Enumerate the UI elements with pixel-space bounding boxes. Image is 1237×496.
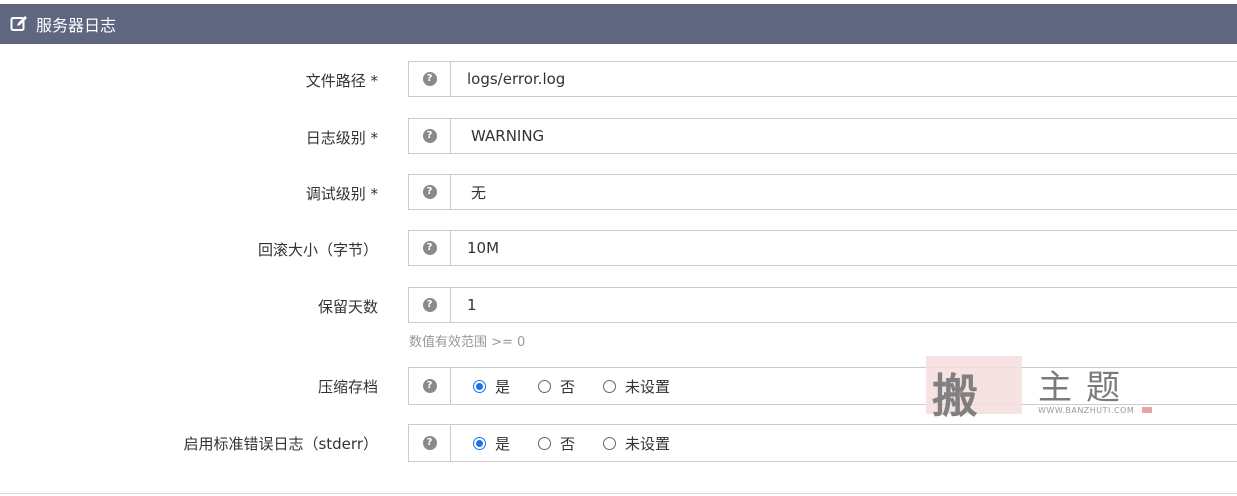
radio-unchecked-icon — [603, 379, 617, 393]
log-level-select[interactable]: WARNING — [451, 119, 544, 153]
debug-level-select[interactable]: 无 — [451, 175, 486, 209]
file-path-label: 文件路径 * — [305, 72, 378, 90]
rollover-size-input[interactable]: 10M — [451, 231, 499, 265]
retention-days-group: ? 1 — [408, 287, 1237, 323]
question-circle-icon: ? — [422, 298, 437, 312]
question-circle-icon: ? — [422, 241, 437, 255]
panel-title: 服务器日志 — [36, 16, 117, 35]
radio-label: 未设置 — [625, 434, 671, 453]
radio-label: 否 — [560, 377, 576, 396]
compress-archive-radios: 是 否 未设置 — [451, 368, 698, 404]
radio-label: 是 — [495, 434, 511, 453]
rollover-size-label: 回滚大小（字节） — [257, 241, 378, 259]
radio-unchecked-icon — [603, 436, 617, 450]
watermark-seal: 搬 — [926, 356, 1022, 423]
compress-archive-label: 压缩存档 — [317, 378, 378, 396]
debug-level-label: 调试级别 * — [305, 185, 378, 203]
question-circle-icon: ? — [422, 72, 437, 86]
retention-days-help: 数值有效范围 >= 0 — [409, 335, 526, 350]
bottom-divider — [0, 493, 1237, 494]
stderr-radios: 是 否 未设置 — [451, 425, 698, 461]
help-addon[interactable]: ? — [409, 231, 451, 265]
question-circle-icon: ? — [422, 129, 437, 143]
radio-label: 否 — [560, 434, 576, 453]
stderr-label: 启用标准错误日志（stderr） — [183, 435, 378, 453]
log-level-group: ? WARNING — [408, 118, 1237, 154]
stderr-radio-no[interactable]: 否 — [538, 433, 575, 454]
log-level-label: 日志级别 * — [305, 129, 378, 147]
help-addon[interactable]: ? — [409, 368, 451, 404]
panel-header: 服务器日志 — [0, 4, 1237, 44]
question-circle-icon: ? — [422, 379, 437, 393]
edit-icon — [10, 14, 30, 34]
radio-checked-icon — [473, 436, 486, 450]
compress-radio-no[interactable]: 否 — [538, 376, 575, 397]
watermark: 搬 主题 WWW.BANZHUTI.COM — [926, 356, 1156, 423]
file-path-group: ? logs/error.log — [408, 61, 1237, 97]
help-addon[interactable]: ? — [409, 62, 451, 96]
radio-unchecked-icon — [538, 379, 552, 393]
stderr-group: ? 是 否 未设置 — [408, 424, 1237, 462]
help-addon[interactable]: ? — [409, 425, 451, 461]
help-addon[interactable]: ? — [409, 288, 451, 322]
retention-days-label: 保留天数 — [317, 298, 378, 316]
file-path-input[interactable]: logs/error.log — [451, 62, 565, 96]
question-circle-icon: ? — [422, 185, 437, 199]
watermark-text: 主题 — [1038, 368, 1134, 408]
help-addon[interactable]: ? — [409, 175, 451, 209]
stderr-radio-yes[interactable]: 是 — [473, 433, 510, 454]
radio-label: 未设置 — [625, 377, 671, 396]
watermark-bar — [1142, 407, 1152, 413]
watermark-url: WWW.BANZHUTI.COM — [1038, 406, 1135, 415]
debug-level-group: ? 无 — [408, 174, 1237, 210]
watermark-seal-text: 搬 — [932, 369, 978, 423]
compress-radio-yes[interactable]: 是 — [473, 376, 510, 397]
rollover-size-group: ? 10M — [408, 230, 1237, 266]
stderr-radio-unset[interactable]: 未设置 — [603, 433, 670, 454]
radio-label: 是 — [495, 377, 511, 396]
retention-days-input[interactable]: 1 — [451, 288, 477, 322]
radio-unchecked-icon — [538, 436, 552, 450]
help-addon[interactable]: ? — [409, 119, 451, 153]
compress-radio-unset[interactable]: 未设置 — [603, 376, 670, 397]
question-circle-icon: ? — [422, 436, 437, 450]
radio-checked-icon — [473, 379, 486, 393]
